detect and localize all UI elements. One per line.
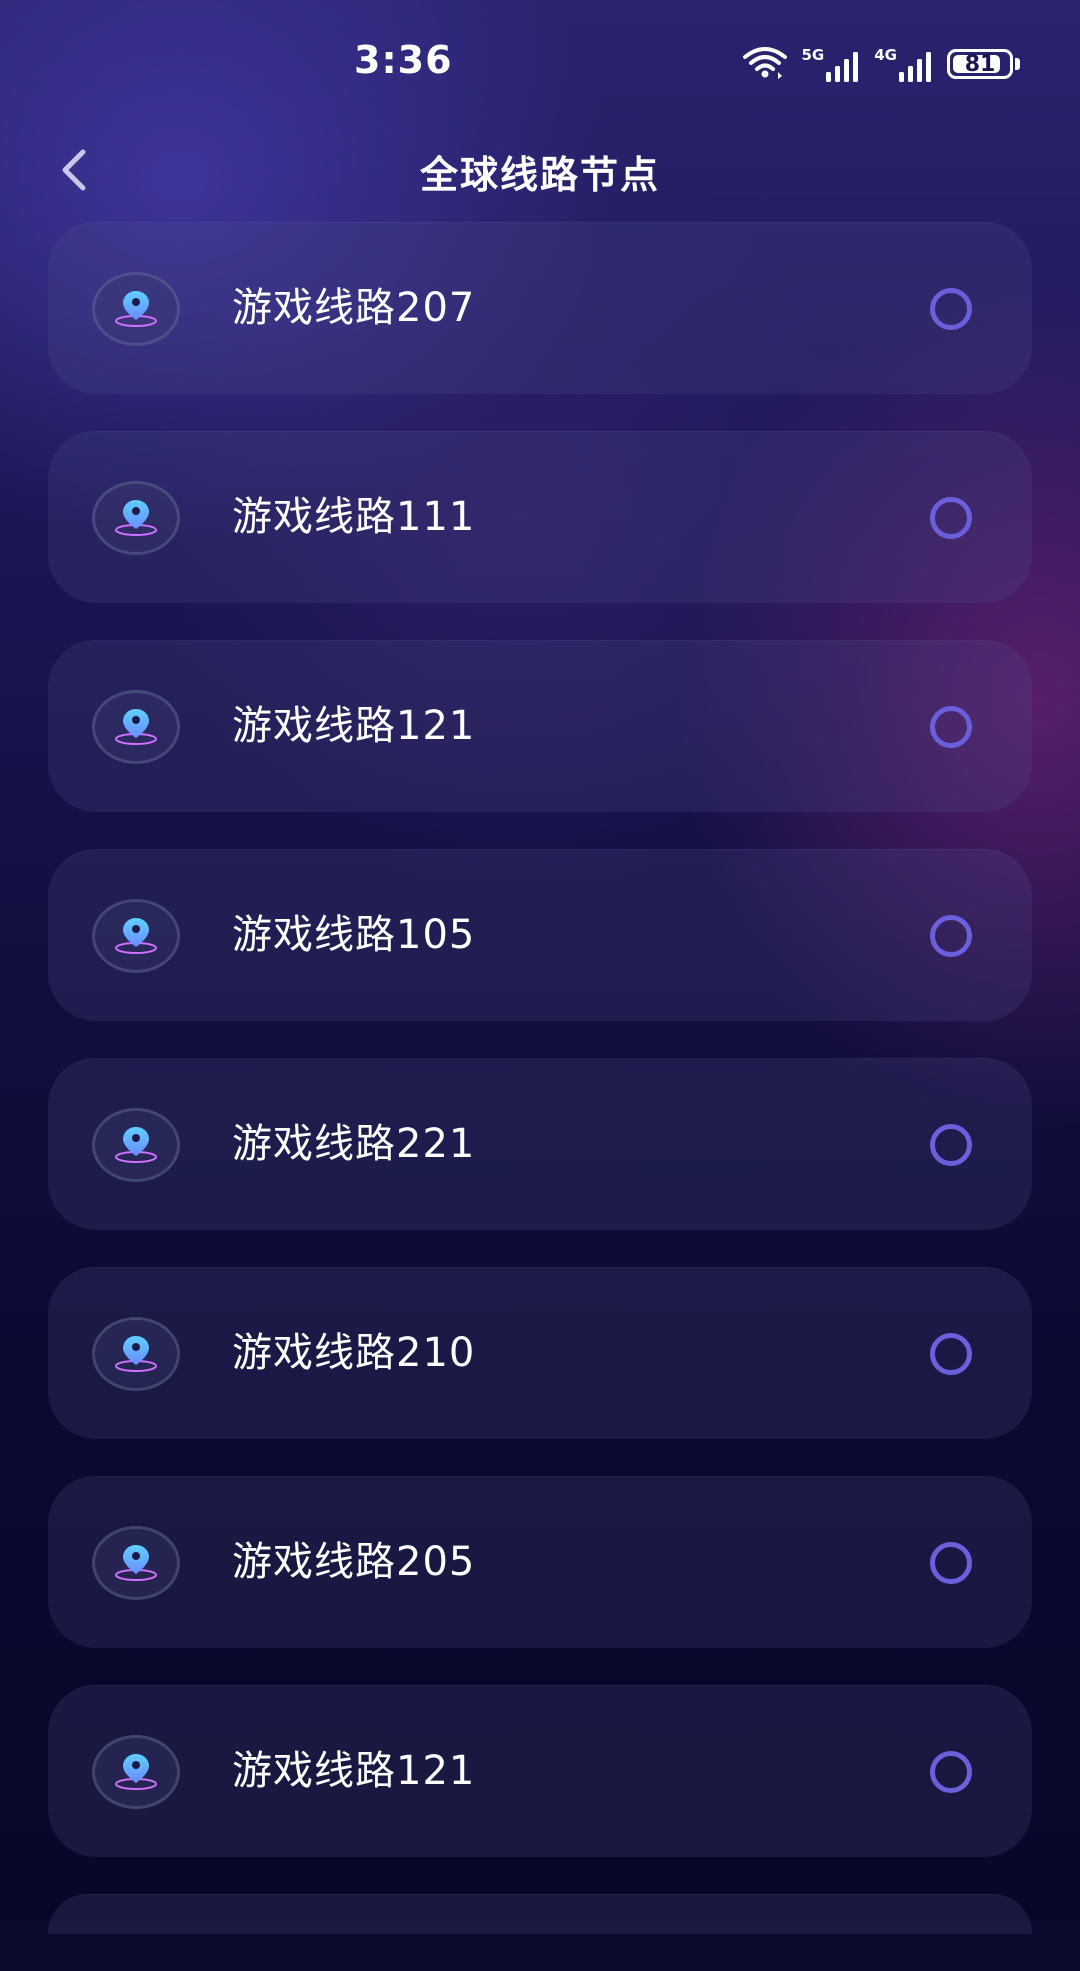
route-radio-button[interactable] <box>930 288 972 330</box>
battery-icon: 81 <box>947 49 1020 79</box>
location-pin-icon <box>92 1108 180 1182</box>
route-item[interactable]: 游戏线路210 <box>48 1267 1032 1439</box>
wifi-icon <box>742 45 788 83</box>
location-pin-icon <box>92 272 180 346</box>
route-item[interactable]: 游戏线路205 <box>48 1476 1032 1648</box>
route-radio-button[interactable] <box>930 706 972 748</box>
status-icons: 5G 4G 81 <box>742 44 1020 84</box>
location-pin-icon <box>92 1735 180 1809</box>
route-label: 游戏线路121 <box>232 703 476 749</box>
route-item[interactable]: 游戏线路221 <box>48 1058 1032 1230</box>
route-list: 游戏线路207 游戏线路111 游戏线路121 游戏线路105 游戏线路221 游戏线路2… <box>48 222 1032 1971</box>
status-time: 3:36 <box>354 38 453 82</box>
route-radio-button[interactable] <box>930 1542 972 1584</box>
route-item-partial[interactable] <box>48 1894 1032 1934</box>
signal-4g-icon: 4G <box>874 46 933 82</box>
route-label: 游戏线路111 <box>232 494 476 540</box>
status-bar: 3:36 5G 4G 81 <box>0 0 1080 120</box>
route-item[interactable]: 游戏线路111 <box>48 431 1032 603</box>
route-item[interactable]: 游戏线路207 <box>48 222 1032 394</box>
battery-level: 81 <box>964 51 996 77</box>
route-item[interactable]: 游戏线路121 <box>48 640 1032 812</box>
network-5g-label: 5G <box>801 46 825 64</box>
route-item[interactable]: 游戏线路105 <box>48 849 1032 1021</box>
route-label: 游戏线路105 <box>232 912 476 958</box>
route-radio-button[interactable] <box>930 497 972 539</box>
location-pin-icon <box>92 1526 180 1600</box>
route-label: 游戏线路207 <box>232 285 476 331</box>
route-label: 游戏线路210 <box>232 1330 476 1376</box>
location-pin-icon <box>92 690 180 764</box>
route-radio-button[interactable] <box>930 1333 972 1375</box>
location-pin-icon <box>92 1317 180 1391</box>
battery-body: 81 <box>947 49 1013 79</box>
battery-tip <box>1015 58 1020 70</box>
route-item[interactable]: 游戏线路121 <box>48 1685 1032 1857</box>
network-4g-label: 4G <box>874 46 897 64</box>
route-radio-button[interactable] <box>930 1124 972 1166</box>
route-radio-button[interactable] <box>930 915 972 957</box>
signal-5g-icon: 5G <box>802 46 861 82</box>
route-label: 游戏线路221 <box>232 1121 476 1167</box>
location-pin-icon <box>92 481 180 555</box>
page-title: 全球线路节点 <box>419 153 660 197</box>
route-label: 游戏线路121 <box>232 1748 476 1794</box>
location-pin-icon <box>92 899 180 973</box>
header: 全球线路节点 <box>0 120 1080 220</box>
route-radio-button[interactable] <box>930 1751 972 1793</box>
route-label: 游戏线路205 <box>232 1539 476 1585</box>
